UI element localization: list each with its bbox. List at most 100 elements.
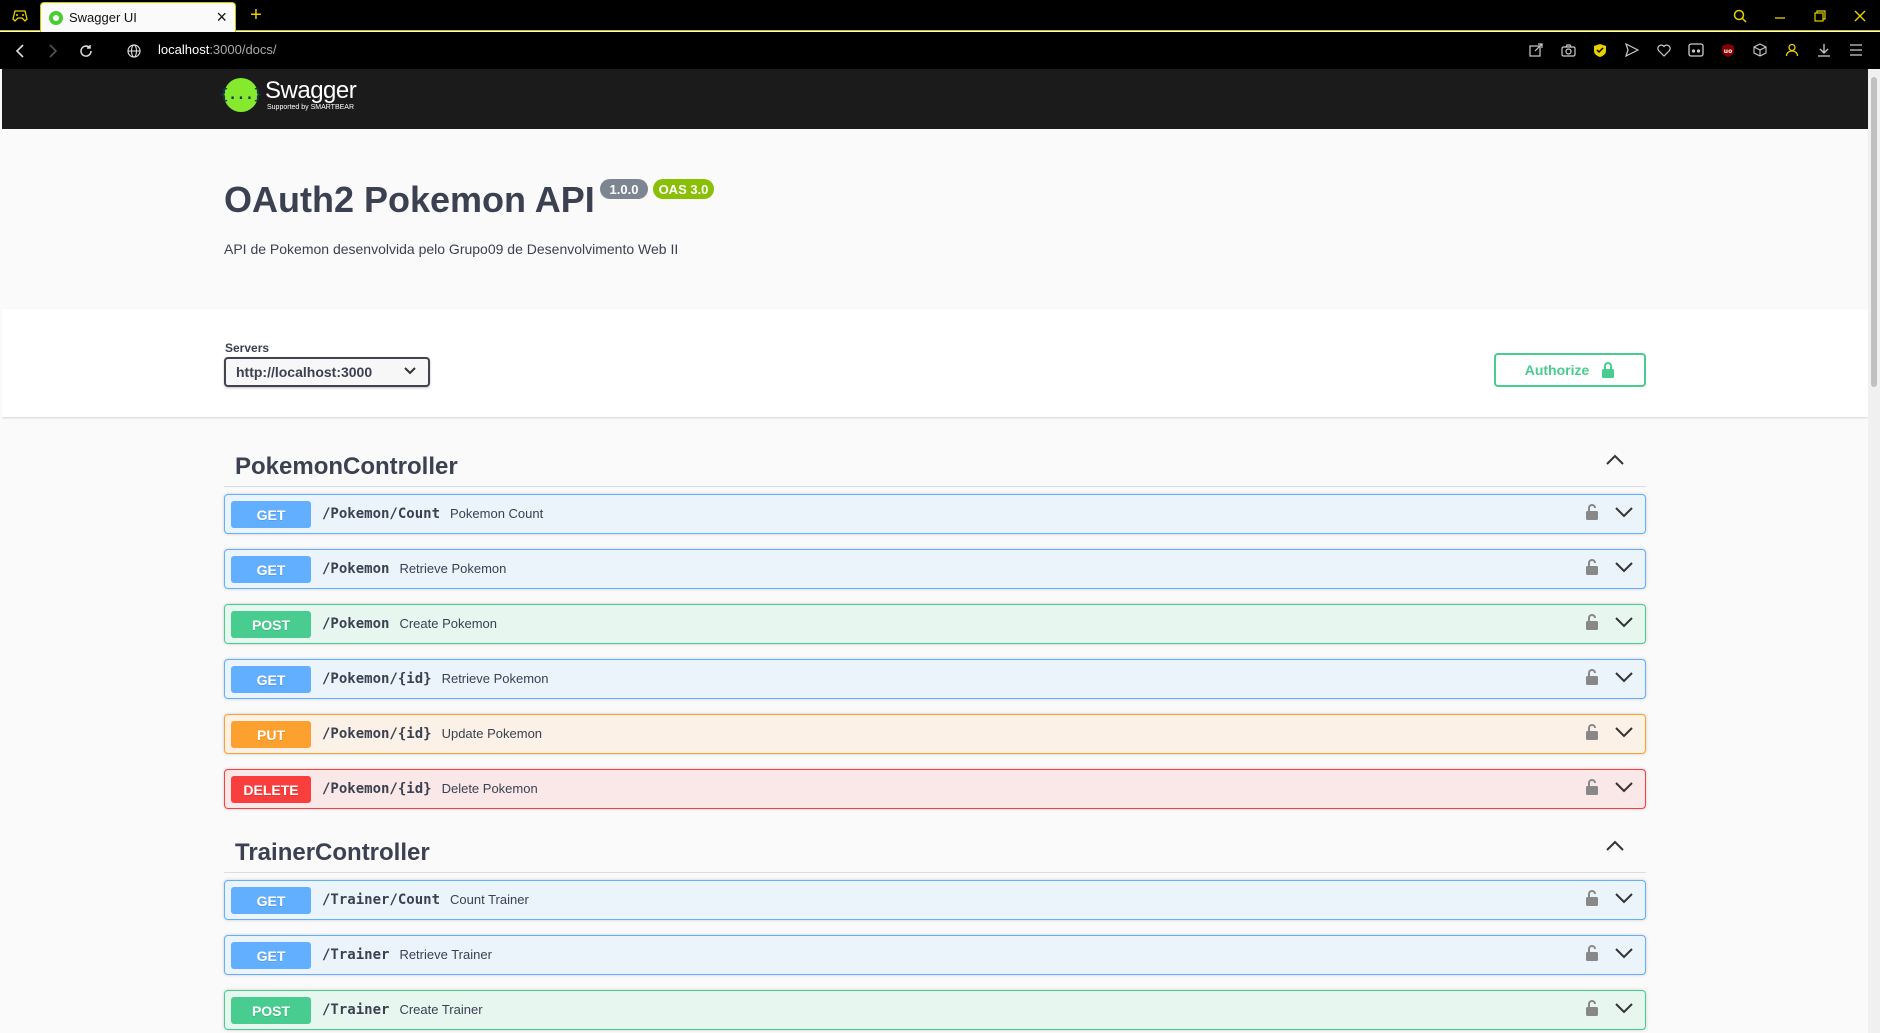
operation-row-get[interactable]: GET /Pokemon/Count Pokemon Count <box>224 494 1646 534</box>
api-info: OAuth2 Pokemon API 1.0.0 OAS 3.0 API de … <box>2 129 1868 309</box>
lock-icon[interactable] <box>1585 668 1599 686</box>
page-viewport: {...} Swagger Supported by SMARTBEAR OAu… <box>2 69 1868 1033</box>
operation-summary: Update Pokemon <box>441 726 543 741</box>
search-icon[interactable] <box>1720 0 1760 31</box>
back-icon[interactable] <box>8 39 32 63</box>
address-bar: localhost:3000/docs/ uo <box>0 32 1880 69</box>
operation-row-put[interactable]: PUT /Pokemon/{id} Update Pokemon <box>224 714 1646 754</box>
lock-icon[interactable] <box>1585 558 1599 576</box>
scheme-container: Servers http://localhost:3000 Authorize <box>2 309 1868 417</box>
new-tab-button[interactable]: + <box>244 2 268 28</box>
operation-path: /Trainer Create Trainer <box>322 1002 483 1018</box>
section-header[interactable]: PokemonController <box>224 429 1646 487</box>
operation-row-post[interactable]: POST /Pokemon Create Pokemon <box>224 604 1646 644</box>
chevron-down-icon[interactable] <box>1615 506 1633 518</box>
version-badge: 1.0.0 <box>600 179 648 199</box>
api-title: OAuth2 Pokemon API <box>224 179 595 220</box>
close-window-icon[interactable] <box>1840 0 1880 31</box>
lock-icon[interactable] <box>1585 999 1599 1017</box>
lock-icon[interactable] <box>1585 778 1599 796</box>
chevron-up-icon[interactable] <box>1606 840 1624 852</box>
reader-icon[interactable] <box>1680 37 1712 63</box>
forward-icon[interactable] <box>41 39 65 63</box>
operation-row-get[interactable]: GET /Pokemon Retrieve Pokemon <box>224 549 1646 589</box>
section-title: PokemonController <box>235 453 458 480</box>
method-badge: GET <box>231 501 311 528</box>
lock-icon[interactable] <box>1585 503 1599 521</box>
operation-row-delete[interactable]: DELETE /Pokemon/{id} Delete Pokemon <box>224 769 1646 809</box>
operation-summary: Retrieve Trainer <box>399 947 492 962</box>
operation-path: /Pokemon/Count Pokemon Count <box>322 506 544 522</box>
swagger-logo[interactable]: {...} Swagger Supported by SMARTBEAR <box>220 77 357 112</box>
authorize-button[interactable]: Authorize <box>1494 353 1646 387</box>
chevron-down-icon[interactable] <box>1615 781 1633 793</box>
chevron-up-icon[interactable] <box>1606 454 1624 466</box>
close-tab-icon[interactable]: × <box>216 7 227 28</box>
operation-row-get[interactable]: GET /Pokemon/{id} Retrieve Pokemon <box>224 659 1646 699</box>
swagger-logo-name: Swagger <box>265 77 357 104</box>
operation-row-get[interactable]: GET /Trainer/Count Count Trainer <box>224 880 1646 920</box>
swagger-logo-sub: Supported by SMARTBEAR <box>267 104 355 111</box>
tab-title: Swagger UI <box>69 10 137 25</box>
chevron-down-icon[interactable] <box>1615 561 1633 573</box>
globe-icon[interactable] <box>122 39 146 63</box>
operation-summary: Retrieve Pokemon <box>441 671 549 686</box>
send-icon[interactable] <box>1616 37 1648 63</box>
chevron-down-icon[interactable] <box>1615 947 1633 959</box>
shield-icon[interactable] <box>1584 37 1616 63</box>
gamepad-icon[interactable] <box>8 6 32 26</box>
servers-label: Servers <box>225 341 270 355</box>
unlocked-icon <box>1602 362 1615 378</box>
heart-icon[interactable] <box>1648 37 1680 63</box>
operation-path: /Pokemon Create Pokemon <box>322 616 497 632</box>
share-icon[interactable] <box>1520 37 1552 63</box>
minimize-icon[interactable] <box>1760 0 1800 31</box>
tab-swagger-ui[interactable]: Swagger UI × <box>40 2 236 32</box>
section-title: TrainerController <box>235 839 430 866</box>
scrollbar-thumb[interactable] <box>1871 77 1877 387</box>
ublock-icon[interactable]: uo <box>1712 37 1744 63</box>
operation-row-post[interactable]: POST /Trainer Create Trainer <box>224 990 1646 1030</box>
method-badge: PUT <box>231 721 311 748</box>
lock-icon[interactable] <box>1585 723 1599 741</box>
reload-icon[interactable] <box>74 39 98 63</box>
url-host: localhost <box>158 42 210 57</box>
operation-summary: Retrieve Pokemon <box>399 561 507 576</box>
scrollbar[interactable] <box>1868 69 1880 1033</box>
swagger-topbar: {...} Swagger Supported by SMARTBEAR <box>2 69 1868 129</box>
method-badge: GET <box>231 556 311 583</box>
toolbar-icons: uo <box>1520 37 1872 63</box>
servers-selected-value: http://localhost:3000 <box>236 364 373 380</box>
svg-text:uo: uo <box>1724 48 1732 55</box>
swagger-favicon-icon <box>49 10 63 25</box>
download-icon[interactable] <box>1808 37 1840 63</box>
operation-summary: Pokemon Count <box>450 506 544 521</box>
profile-icon[interactable] <box>1776 37 1808 63</box>
menu-icon[interactable] <box>1840 37 1872 63</box>
method-badge: GET <box>231 666 311 693</box>
lock-icon[interactable] <box>1585 613 1599 631</box>
url-path: :3000/docs/ <box>209 42 277 57</box>
method-badge: DELETE <box>231 776 311 803</box>
lock-icon[interactable] <box>1585 944 1599 962</box>
chevron-down-icon[interactable] <box>1615 892 1633 904</box>
operation-summary: Create Trainer <box>399 1002 483 1017</box>
browser-window: Swagger UI × + localhost:3000/docs/ uo {… <box>0 0 1880 1033</box>
operation-summary: Count Trainer <box>450 892 529 907</box>
operation-row-get[interactable]: GET /Trainer Retrieve Trainer <box>224 935 1646 975</box>
chevron-down-icon[interactable] <box>1615 726 1633 738</box>
restore-icon[interactable] <box>1800 0 1840 31</box>
operation-summary: Create Pokemon <box>399 616 497 631</box>
url-field[interactable]: localhost:3000/docs/ <box>158 42 277 57</box>
camera-icon[interactable] <box>1552 37 1584 63</box>
method-badge: POST <box>231 611 311 638</box>
chevron-down-icon[interactable] <box>1615 671 1633 683</box>
chevron-down-icon[interactable] <box>1615 616 1633 628</box>
swagger-logo-icon: {...} <box>220 78 262 112</box>
servers-select[interactable]: http://localhost:3000 <box>224 357 430 387</box>
cube-icon[interactable] <box>1744 37 1776 63</box>
chevron-down-icon[interactable] <box>1615 1002 1633 1014</box>
section-header[interactable]: TrainerController <box>224 815 1646 873</box>
tab-bar: Swagger UI × + <box>0 0 1880 32</box>
lock-icon[interactable] <box>1585 889 1599 907</box>
